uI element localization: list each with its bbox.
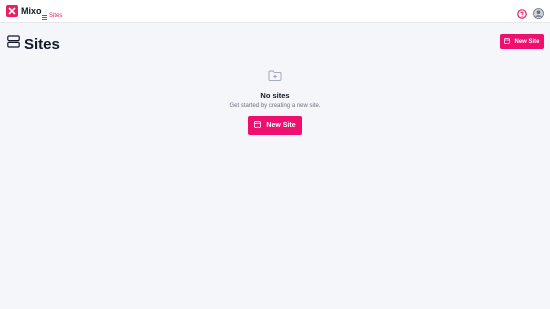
app-name: Mixo	[21, 6, 42, 16]
browser-window-icon	[504, 37, 514, 46]
top-nav-bar: Mixo Sites	[0, 0, 550, 23]
mixo-logo-icon	[6, 5, 18, 17]
page-header: Sites	[7, 35, 60, 53]
empty-state-new-site-button[interactable]: New Site	[248, 116, 302, 135]
browser-window-icon	[254, 121, 266, 130]
user-circle-icon[interactable]	[533, 6, 544, 24]
list-icon	[42, 7, 47, 25]
empty-state-button-label: New Site	[266, 122, 296, 129]
nav-item-sites[interactable]: Sites	[42, 7, 62, 25]
question-circle-icon[interactable]	[517, 6, 527, 24]
page-title: Sites	[24, 35, 60, 53]
server-stack-icon	[7, 35, 20, 53]
empty-state: No sites Get started by creating a new s…	[0, 68, 550, 109]
new-site-button-label: New Site	[514, 38, 540, 45]
folder-plus-icon	[268, 68, 282, 86]
empty-state-subtitle: Get started by creating a new site.	[229, 103, 321, 109]
new-site-button[interactable]: New Site	[500, 34, 544, 49]
empty-state-title: No sites	[260, 91, 290, 100]
app-logo[interactable]: Mixo	[6, 5, 42, 17]
nav-item-sites-label: Sites	[49, 13, 63, 19]
